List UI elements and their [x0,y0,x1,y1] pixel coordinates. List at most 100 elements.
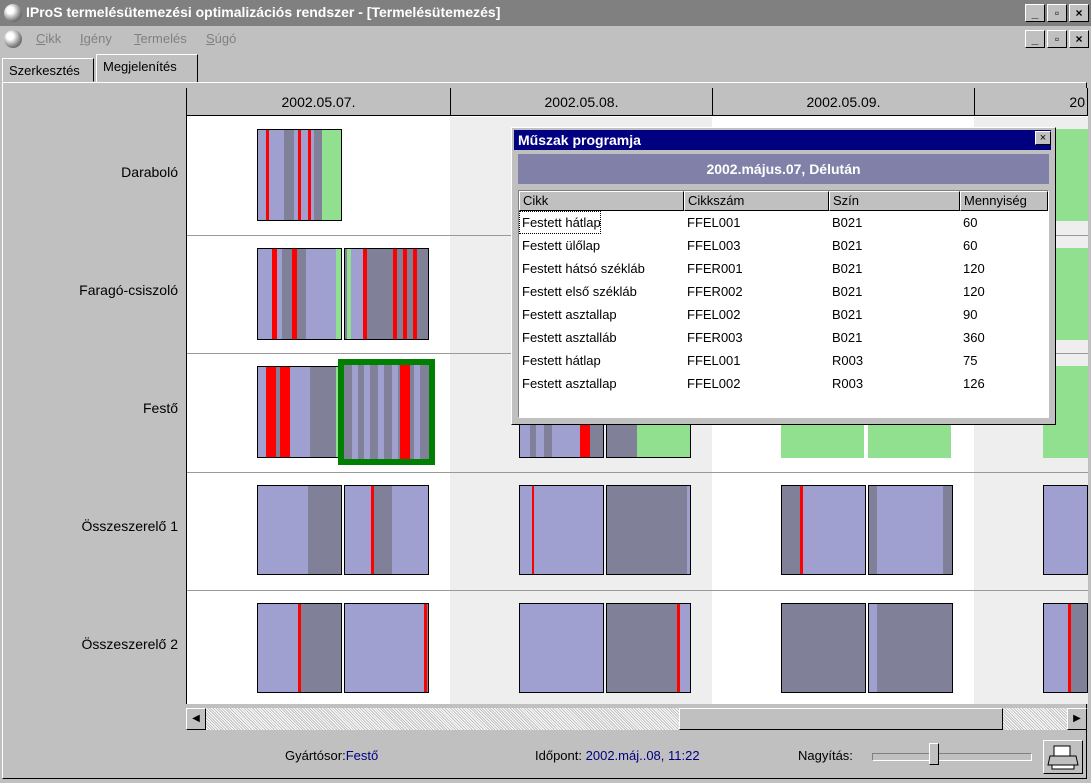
shift-block[interactable] [257,485,342,575]
doc-minimize-button[interactable]: _ [1025,30,1045,48]
shift-program-table: Cikk Cikkszám Szín Mennyiség Festett hát… [518,190,1049,418]
table-cell[interactable]: FFEL001 [684,349,740,372]
table-cell[interactable]: Festett hátsó székláb [519,257,645,280]
day-header: 2002.05.08. [451,88,713,116]
table-cell[interactable]: 90 [960,303,977,326]
zoom-slider-thumb[interactable] [929,743,939,765]
shift-block[interactable] [519,422,604,458]
shift-block[interactable] [344,603,429,693]
shift-block[interactable] [519,603,604,693]
row-label-farago: Faragó-csiszoló [79,282,178,298]
row-label-osszeszerelo-2: Összeszerelő 2 [81,636,178,652]
shift-block[interactable] [606,603,691,693]
shift-block[interactable] [606,485,691,575]
app-icon[interactable] [4,4,22,22]
time-status: Időpont: 2002.máj..08, 11:22 [535,748,700,763]
table-cell[interactable]: 126 [960,372,985,395]
menu-sugo[interactable]: Súgó [206,31,236,46]
shift-block[interactable] [868,422,951,458]
table-cell[interactable]: B021 [829,303,862,326]
shift-block[interactable] [868,485,953,575]
dialog-title: Műszak programja [514,130,1051,150]
shift-block[interactable] [781,485,866,575]
doc-icon[interactable] [4,30,22,48]
table-cell[interactable]: FFEL002 [684,303,740,326]
shift-block[interactable] [606,422,691,458]
table-cell[interactable]: 75 [960,349,977,372]
row-label-osszeszerelo-1: Összeszerelő 1 [81,518,178,534]
menu-igeny[interactable]: Igény [80,31,112,46]
menu-termeles[interactable]: Termelés [134,31,187,46]
title-bar: IProS termelésütemezési optimalizációs r… [0,0,1091,26]
shift-block[interactable] [781,603,866,693]
minimize-button[interactable]: _ [1025,4,1045,22]
day-header: 2002.05.07. [187,88,451,116]
printer-icon [1047,745,1079,770]
scroll-right-button[interactable]: ▶ [1067,708,1087,730]
tab-megjelenites[interactable]: Megjelenítés [96,54,198,82]
shift-block[interactable] [519,485,604,575]
row-label-festo: Festő [142,400,178,416]
doc-restore-button[interactable]: ▫ [1047,30,1067,48]
table-cell[interactable]: FFER002 [684,280,743,303]
table-cell[interactable]: 60 [960,211,977,234]
horizontal-scrollbar[interactable]: ◀ ▶ [186,708,1087,730]
zoom-slider-track[interactable] [872,753,1032,761]
table-cell[interactable]: FFEL002 [684,372,740,395]
table-cell[interactable]: 60 [960,234,977,257]
tab-szerkesztes[interactable]: Szerkesztés [2,58,94,82]
doc-close-button[interactable]: × [1069,30,1089,48]
table-cell[interactable]: Festett asztallap [519,303,617,326]
shift-block[interactable] [257,248,342,340]
row-separator [187,590,1088,591]
menu-bar: Cikk Igény Termelés Súgó _ ▫ × [0,26,1091,52]
shift-block[interactable] [1043,603,1088,693]
table-cell[interactable]: FFEL001 [684,211,740,234]
table-cell[interactable]: B021 [829,326,862,349]
time-value: 2002.máj..08, 11:22 [585,748,700,763]
table-cell[interactable]: 120 [960,257,985,280]
table-cell[interactable]: 120 [960,280,985,303]
table-cell[interactable]: B021 [829,280,862,303]
scroll-thumb[interactable] [679,708,1003,730]
menu-cikk[interactable]: Cikk [36,31,61,46]
table-cell[interactable]: Festett hátlap [519,349,601,372]
column-header-szin[interactable]: Szín [829,191,960,211]
column-header-cikkszam[interactable]: Cikkszám [684,191,829,211]
shift-block[interactable] [257,366,342,458]
dialog-subtitle: 2002.május.07, Délután [518,154,1049,184]
table-cell[interactable]: B021 [829,234,862,257]
column-header-cikk[interactable]: Cikk [519,191,684,211]
table-cell[interactable]: Festett ülőlap [519,234,600,257]
print-button[interactable] [1043,740,1083,774]
table-cell[interactable]: FFER001 [684,257,743,280]
table-cell[interactable]: R003 [829,372,863,395]
table-cell[interactable]: FFEL003 [684,234,740,257]
column-header-mennyiseg[interactable]: Mennyiség [960,191,1048,211]
table-cell[interactable]: Festett hátlap [519,211,601,234]
shift-block[interactable] [344,248,429,340]
table-cell[interactable]: R003 [829,349,863,372]
dialog-close-button[interactable]: × [1035,131,1051,145]
scroll-left-button[interactable]: ◀ [186,708,206,730]
close-button[interactable]: × [1069,4,1089,22]
row-separator [187,472,1088,473]
shift-block[interactable] [868,603,953,693]
line-label: Gyártósor: [285,748,346,763]
shift-block[interactable] [257,603,342,693]
day-header: 20 [975,88,1088,116]
table-cell[interactable]: Festett asztallap [519,372,617,395]
table-cell[interactable]: FFER003 [684,326,743,349]
shift-block[interactable] [344,485,429,575]
zoom-label: Nagyítás: [798,748,853,763]
shift-block[interactable] [781,422,864,458]
table-cell[interactable]: 360 [960,326,985,349]
table-cell[interactable]: Festett asztalláb [519,326,617,349]
table-cell[interactable]: B021 [829,257,862,280]
table-cell[interactable]: Festett első székláb [519,280,637,303]
shift-block[interactable] [1043,485,1088,575]
selected-shift-block[interactable] [338,359,435,465]
shift-block[interactable] [257,129,342,221]
table-cell[interactable]: B021 [829,211,862,234]
maximize-button[interactable]: ▫ [1047,4,1067,22]
